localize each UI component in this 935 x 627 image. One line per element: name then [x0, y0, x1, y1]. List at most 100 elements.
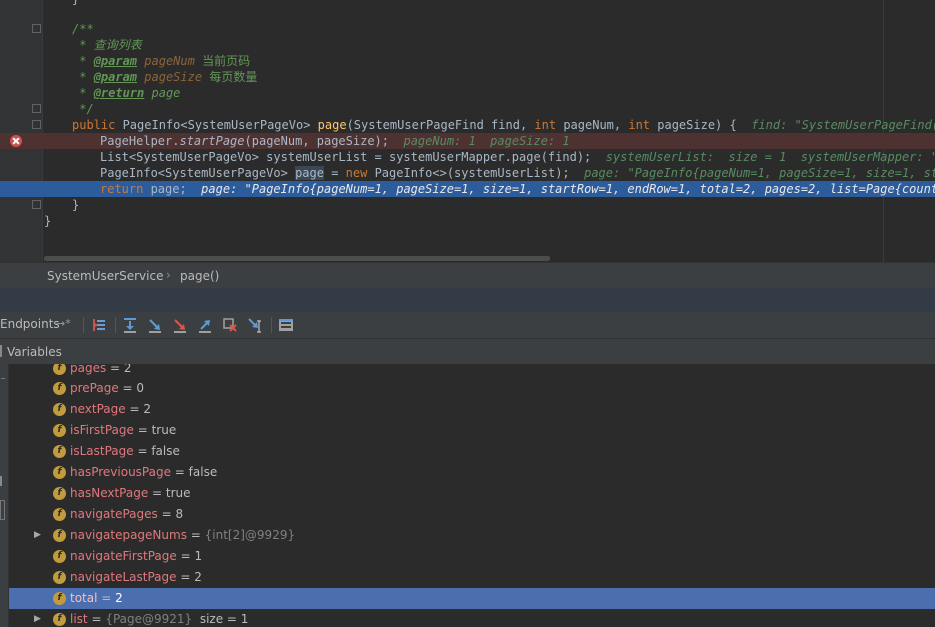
variables-title: Variables — [7, 345, 62, 359]
expand-arrow-icon[interactable]: ▶ — [34, 609, 41, 627]
keyword: return — [100, 182, 144, 196]
var-name: total — [70, 591, 98, 605]
step-out-icon[interactable] — [196, 316, 214, 334]
code-text: pageNum, — [556, 118, 629, 132]
var-eq: = — [97, 591, 116, 605]
field-icon: f — [53, 382, 66, 395]
var-name: prePage — [70, 381, 119, 395]
var-value: 2 — [194, 570, 202, 584]
code-text: PageInfo<SystemUserPageVo> — [100, 166, 296, 180]
run-to-cursor-icon[interactable] — [246, 316, 264, 334]
var-value: 1 — [194, 549, 203, 563]
code-text: (pageNum, pageSize); — [244, 134, 390, 148]
var-value: 2 — [143, 402, 151, 416]
pin-tab-icon[interactable]: →* — [56, 317, 71, 330]
code-text: } — [72, 0, 79, 7]
var-ref: {int[2]@9929} — [204, 528, 296, 542]
field-icon: f — [53, 613, 66, 626]
field-icon: f — [53, 445, 66, 458]
field-icon: f — [53, 364, 66, 375]
show-execution-point-icon[interactable] — [90, 316, 108, 334]
var-eq: = — [176, 570, 195, 584]
breadcrumb: SystemUserService › page() — [0, 262, 935, 289]
code-line-close-method[interactable]: } — [0, 197, 935, 213]
expand-arrow-icon[interactable]: ▶ — [34, 525, 41, 546]
var-eq: = — [106, 364, 124, 375]
breadcrumb-method[interactable]: page() — [180, 269, 219, 283]
code-line-close-class[interactable]: } — [0, 213, 935, 229]
breadcrumb-class[interactable]: SystemUserService — [47, 269, 163, 283]
code-text: } — [44, 214, 52, 228]
variable-row[interactable]: f navigateFirstPage = 1 — [9, 546, 935, 567]
field-icon: f — [53, 487, 66, 500]
code-line-doc-open[interactable]: /** — [0, 21, 935, 37]
variable-row[interactable]: f nextPage = 2 — [9, 399, 935, 420]
doc-return-desc: page — [151, 86, 181, 100]
code-line-top-brace[interactable]: } — [0, 0, 935, 7]
inline-debug-value: pageNum: 1 pageSize: 1 — [403, 134, 570, 148]
code-text: (SystemUserPageFind find, — [346, 118, 535, 132]
keyword: new — [345, 166, 368, 180]
variable-row-expandable[interactable]: ▶ f list = {Page@9921} size = 1 — [9, 609, 935, 627]
field-icon: f — [53, 571, 66, 584]
toolbar-separator — [83, 317, 84, 333]
field-icon: f — [53, 466, 66, 479]
variables-panel-header: Variables — [0, 339, 935, 365]
variable-row[interactable]: f hasPreviousPage = false — [9, 462, 935, 483]
code-line-pageinfo[interactable]: PageInfo<SystemUserPageVo> page = new Pa… — [0, 165, 935, 181]
field-icon: f — [53, 529, 66, 542]
var-name: hasPreviousPage — [70, 465, 171, 479]
doc-param-desc: 每页数量 — [209, 70, 258, 84]
variable-row[interactable]: f pages = 2 — [9, 364, 935, 379]
breadcrumb-separator: › — [166, 268, 171, 282]
variable-row[interactable]: f isFirstPage = true — [9, 420, 935, 441]
variable-row-selected[interactable]: f total = 2 — [9, 588, 935, 609]
drop-frame-icon[interactable] — [221, 316, 239, 334]
panel-divider[interactable] — [0, 288, 935, 312]
var-name: navigatePages — [70, 507, 158, 521]
code-line-doc-param1[interactable]: * @param pageNum 当前页码 — [0, 53, 935, 69]
code-text: PageInfo<>(systemUserList); — [367, 166, 570, 180]
variable-row[interactable]: f navigateLastPage = 2 — [9, 567, 935, 588]
breakpoint-icon[interactable] — [10, 135, 22, 147]
variable-row-expandable[interactable]: ▶ f navigatepageNums = {int[2]@9929} — [9, 525, 935, 546]
variable-row[interactable]: f isLastPage = false — [9, 441, 935, 462]
doc-param-name: pageNum — [144, 54, 195, 68]
force-step-into-icon[interactable] — [171, 316, 189, 334]
keyword: int — [534, 118, 557, 132]
field-icon: f — [53, 592, 66, 605]
doc-comment: */ — [72, 102, 94, 116]
variable-row[interactable]: f prePage = 0 — [9, 378, 935, 399]
var-eq: = — [133, 423, 152, 437]
code-line-mapper-call[interactable]: List<SystemUserPageVo> systemUserList = … — [0, 149, 935, 165]
code-line-signature[interactable]: public PageInfo<SystemUserPageVo> page(S… — [0, 117, 935, 133]
horizontal-scrollbar[interactable] — [44, 256, 550, 261]
code-editor[interactable]: } /** * 查询列表 * @param pageNum 当前页码 * @pa… — [0, 0, 935, 262]
code-line-doc-return[interactable]: * @return page — [0, 85, 935, 101]
variable-row[interactable]: f hasNextPage = true — [9, 483, 935, 504]
var-eq: = — [125, 402, 144, 416]
method-name: page — [317, 118, 347, 132]
doc-tag: @param — [93, 70, 138, 84]
doc-comment: /** — [72, 22, 94, 36]
var-name: pages — [70, 364, 107, 375]
code-line-doc-title[interactable]: * 查询列表 — [0, 37, 935, 53]
inline-debug-value: page: "PageInfo{pageNum=1, pageSize=1, s… — [201, 182, 935, 196]
code-line-breakpoint[interactable]: PageHelper.startPage(pageNum, pageSize);… — [0, 133, 935, 149]
field-icon: f — [53, 424, 66, 437]
tab-endpoints[interactable]: Endpoints — [0, 317, 60, 331]
code-line-doc-close[interactable]: */ — [0, 101, 935, 117]
var-name: list — [70, 612, 88, 626]
code-line-execution-point[interactable]: return page; page: "PageInfo{pageNum=1, … — [0, 181, 935, 197]
variable-row[interactable]: f navigatePages = 8 — [9, 504, 935, 525]
strip-marker — [0, 476, 2, 486]
variables-tree[interactable]: f pages = 2 f prePage = 0 f nextPage = 2… — [9, 364, 935, 627]
doc-tag: @param — [93, 54, 138, 68]
step-over-icon[interactable] — [121, 316, 139, 334]
code-line-doc-param2[interactable]: * @param pageSize 每页数量 — [0, 69, 935, 85]
var-name: navigatepageNums — [70, 528, 187, 542]
step-into-icon[interactable] — [146, 316, 164, 334]
variables-side-strip[interactable] — [0, 364, 9, 627]
var-name: navigateFirstPage — [70, 549, 177, 563]
evaluate-expression-icon[interactable] — [277, 316, 295, 334]
